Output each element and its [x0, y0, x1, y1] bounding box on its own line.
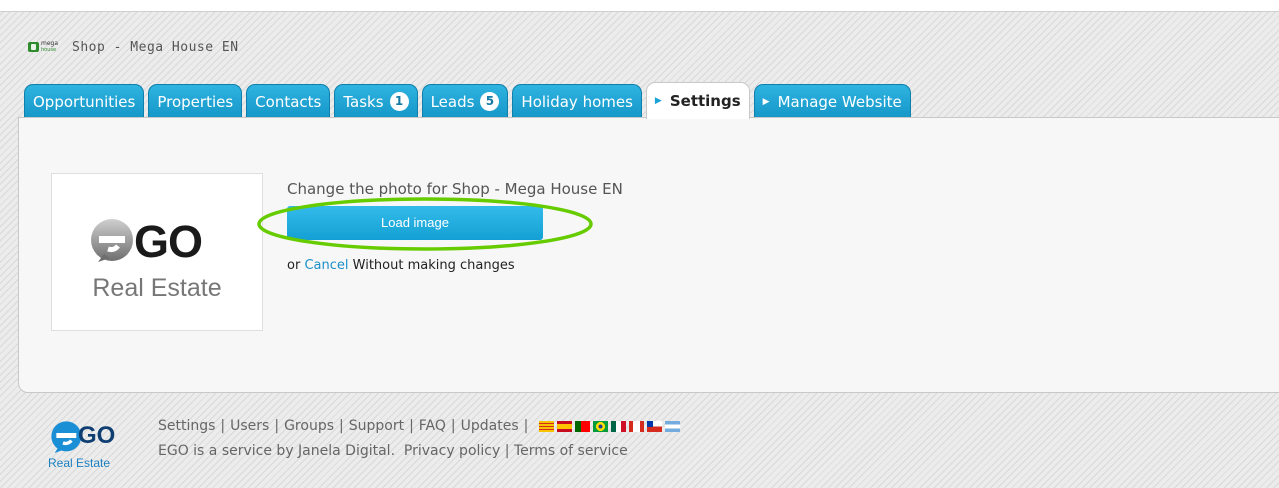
- mexico-flag-icon[interactable]: [611, 420, 627, 432]
- tab-properties[interactable]: Properties: [148, 84, 243, 118]
- terms-of-service-link[interactable]: Terms of service: [514, 443, 628, 459]
- caret-right-icon: ▶: [654, 96, 662, 106]
- footer-link-faq[interactable]: FAQ: [419, 418, 446, 434]
- tab-contacts[interactable]: Contacts: [246, 84, 331, 118]
- footer-service-line: EGO is a service by Janela Digital. Priv…: [158, 443, 628, 459]
- tab-label: Properties: [157, 92, 234, 111]
- tab-label: Manage Website: [777, 92, 902, 111]
- footer-ego-logo[interactable]: GO Real Estate: [48, 418, 128, 478]
- caret-right-icon: ▶: [762, 96, 770, 107]
- without-changes-text: Without making changes: [352, 258, 515, 273]
- main-tabs: Opportunities Properties Contacts Tasks 1 Lea…: [24, 82, 915, 119]
- spain-flag-icon[interactable]: [557, 420, 573, 432]
- brazil-flag-icon[interactable]: [593, 420, 609, 432]
- tab-settings[interactable]: ▶ Settings: [645, 82, 750, 119]
- shop-title: Shop - Mega House EN: [72, 39, 239, 55]
- tab-opportunities[interactable]: Opportunities: [24, 84, 145, 118]
- settings-panel: GO Real Estate Change the photo for Shop…: [18, 117, 1279, 393]
- tab-tasks[interactable]: Tasks 1: [334, 84, 418, 118]
- cancel-link[interactable]: Cancel: [304, 258, 348, 273]
- tab-leads[interactable]: Leads 5: [421, 84, 509, 118]
- language-flags: [539, 420, 683, 432]
- argentina-flag-icon[interactable]: [665, 420, 681, 432]
- tab-label: Tasks: [343, 92, 384, 111]
- tab-label: Opportunities: [33, 92, 136, 111]
- tab-label: Holiday homes: [521, 92, 633, 111]
- tab-label: Leads: [430, 92, 475, 111]
- top-bar: [0, 0, 1279, 12]
- tab-holiday-homes[interactable]: Holiday homes: [512, 84, 642, 118]
- canada-flag-icon[interactable]: [629, 420, 645, 432]
- tab-count-badge: 1: [389, 92, 409, 111]
- highlight-ellipse: [257, 197, 593, 251]
- footer-link-settings[interactable]: Settings: [158, 418, 215, 434]
- ego-e-icon: [91, 219, 133, 262]
- shop-header: mega house Shop - Mega House EN: [26, 36, 239, 58]
- footer-link-support[interactable]: Support: [349, 418, 404, 434]
- footer-link-groups[interactable]: Groups: [284, 418, 334, 434]
- tab-label: Settings: [669, 92, 741, 110]
- footer-link-users[interactable]: Users: [230, 418, 269, 434]
- footer: GO Real Estate Settings | Users | Groups | …: [40, 410, 1240, 480]
- mega-house-logo: mega house: [26, 39, 58, 55]
- portugal-flag-icon[interactable]: [575, 420, 591, 432]
- footer-link-updates[interactable]: Updates: [461, 418, 519, 434]
- footer-links: Settings | Users | Groups | Support | FAQ | U…: [158, 418, 683, 434]
- load-image-area: Load image: [255, 195, 595, 253]
- cancel-line: or Cancel Without making changes: [287, 258, 515, 273]
- catalan-flag-icon[interactable]: [539, 420, 555, 432]
- or-text: or: [287, 258, 301, 273]
- tab-manage-website[interactable]: ▶ Manage Website: [753, 84, 911, 118]
- ego-logo-subtitle: Real Estate: [92, 274, 222, 302]
- privacy-policy-link[interactable]: Privacy policy: [404, 443, 500, 459]
- current-photo: GO Real Estate: [51, 173, 263, 331]
- tab-count-badge: 5: [480, 92, 500, 111]
- chile-flag-icon[interactable]: [647, 420, 663, 432]
- tab-label: Contacts: [255, 92, 322, 111]
- ego-logo: GO: [88, 214, 228, 274]
- service-text: EGO is a service by Janela Digital.: [158, 443, 396, 459]
